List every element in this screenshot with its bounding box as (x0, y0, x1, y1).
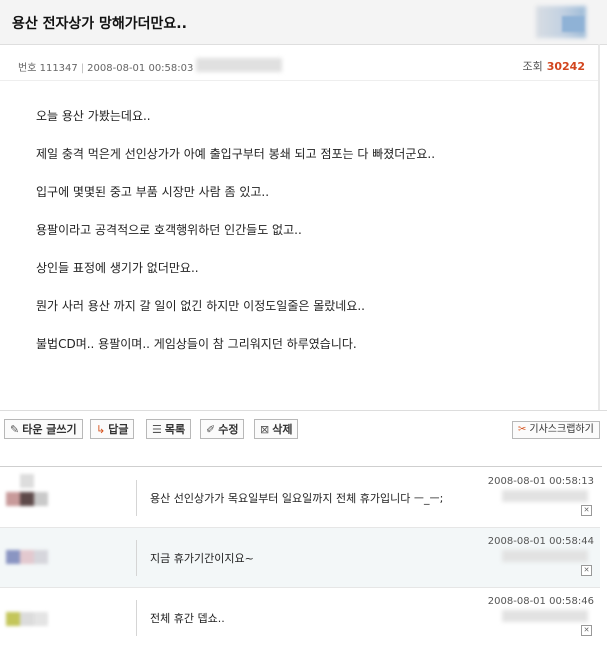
reply-arrow-icon: ↳ (96, 423, 106, 436)
pencil-icon: ✎ (10, 423, 20, 436)
delete-button-label: 삭제 (272, 423, 293, 436)
post-datetime: 2008-08-01 00:58:03 (87, 63, 194, 74)
comment-datetime: 2008-08-01 00:58:44 (487, 536, 594, 547)
post-number: 111347 (39, 63, 78, 74)
write-button-label: 타운 글쓰기 (22, 423, 77, 436)
edit-button[interactable]: ✐ 수정 (200, 419, 245, 439)
list-button[interactable]: ☰ 목록 (146, 419, 192, 439)
post-meta: 번호 111347 | 2008-08-01 00:58:03 (18, 63, 194, 74)
comment-item: 전체 휴간 뎁쇼.. 2008-08-01 00:58:46 ✕ (0, 588, 600, 648)
comment-item: 용산 선인상가가 목요일부터 일요일까지 전체 휴가입니다 ㅡ_ㅡ; 2008-… (0, 468, 600, 528)
body-line: 제일 충격 먹은게 선인상가가 아예 출입구부터 봉쇄 되고 점포는 다 빠졌더… (36, 147, 436, 161)
delete-button[interactable]: ⊠ 삭제 (254, 419, 299, 439)
meta-divider (0, 80, 600, 81)
write-button[interactable]: ✎ 타운 글쓰기 (4, 419, 83, 439)
post-title-bar: 용산 전자상가 망해가더만요.. (0, 0, 607, 45)
list-button-label: 목록 (164, 423, 186, 436)
delete-comment-icon[interactable]: ✕ (581, 565, 592, 576)
scrap-button-label: 기사스크랩하기 (529, 424, 594, 435)
scissors-icon: ✂ (518, 424, 527, 435)
reply-button-label: 답글 (108, 423, 129, 436)
toolbar-divider (0, 410, 607, 411)
delete-comment-icon[interactable]: ✕ (581, 505, 592, 516)
blurred-author-name (196, 58, 282, 72)
reply-button[interactable]: ↳ 답글 (90, 419, 135, 439)
body-line: 뭔가 사러 용산 까지 갈 일이 없긴 하지만 이정도일줄은 몰랐네요.. (36, 299, 366, 313)
blurred-commenter-avatar (6, 542, 66, 572)
scrap-button[interactable]: ✂ 기사스크랩하기 (512, 421, 600, 439)
comment-text: 용산 선인상가가 목요일부터 일요일까지 전체 휴가입니다 ㅡ_ㅡ; (150, 492, 444, 505)
blurred-commenter-avatar (6, 602, 66, 632)
delete-comment-icon[interactable]: ✕ (581, 625, 592, 636)
post-title: 용산 전자상가 망해가더만요.. (12, 16, 187, 32)
blurred-commenter-name (502, 610, 588, 622)
post-number-label: 번호 (18, 63, 37, 74)
body-right-border (598, 44, 600, 410)
list-icon: ☰ (152, 423, 162, 436)
blurred-commenter-name (502, 490, 588, 502)
comment-item: 지금 휴가기간이지요~ 2008-08-01 00:58:44 ✕ (0, 528, 600, 588)
post-views: 조회 30242 (522, 58, 585, 74)
blurred-commenter-avatar (6, 474, 66, 512)
comment-text: 지금 휴가기간이지요~ (150, 552, 254, 565)
body-line: 오늘 용산 가봤는데요.. (36, 109, 151, 123)
delete-icon: ⊠ (260, 423, 270, 436)
body-line: 용팔이라고 공격적으로 호객행위하던 인간들도 없고.. (36, 223, 302, 237)
comment-datetime: 2008-08-01 00:58:13 (487, 476, 594, 487)
comment-datetime: 2008-08-01 00:58:46 (487, 596, 594, 607)
blurred-commenter-name (502, 550, 588, 562)
body-line: 불법CD며.. 용팔이며.. 게임상들이 참 그리워지던 하루였습니다. (36, 337, 357, 351)
body-line: 상인들 표정에 생기가 없더만요.. (36, 261, 199, 275)
post-body: 오늘 용산 가봤는데요.. 제일 충격 먹은게 선인상가가 아예 출입구부터 봉… (36, 108, 576, 374)
body-line: 입구에 몇몇된 중고 부품 시장만 사람 좀 있고.. (36, 185, 270, 199)
edit-button-label: 수정 (218, 423, 239, 436)
edit-icon: ✐ (206, 423, 216, 436)
views-count: 30242 (546, 60, 585, 73)
blurred-author-image-detail (562, 16, 584, 32)
views-label: 조회 (522, 60, 543, 73)
comment-text: 전체 휴간 뎁쇼.. (150, 612, 225, 625)
comments-divider (0, 466, 602, 467)
